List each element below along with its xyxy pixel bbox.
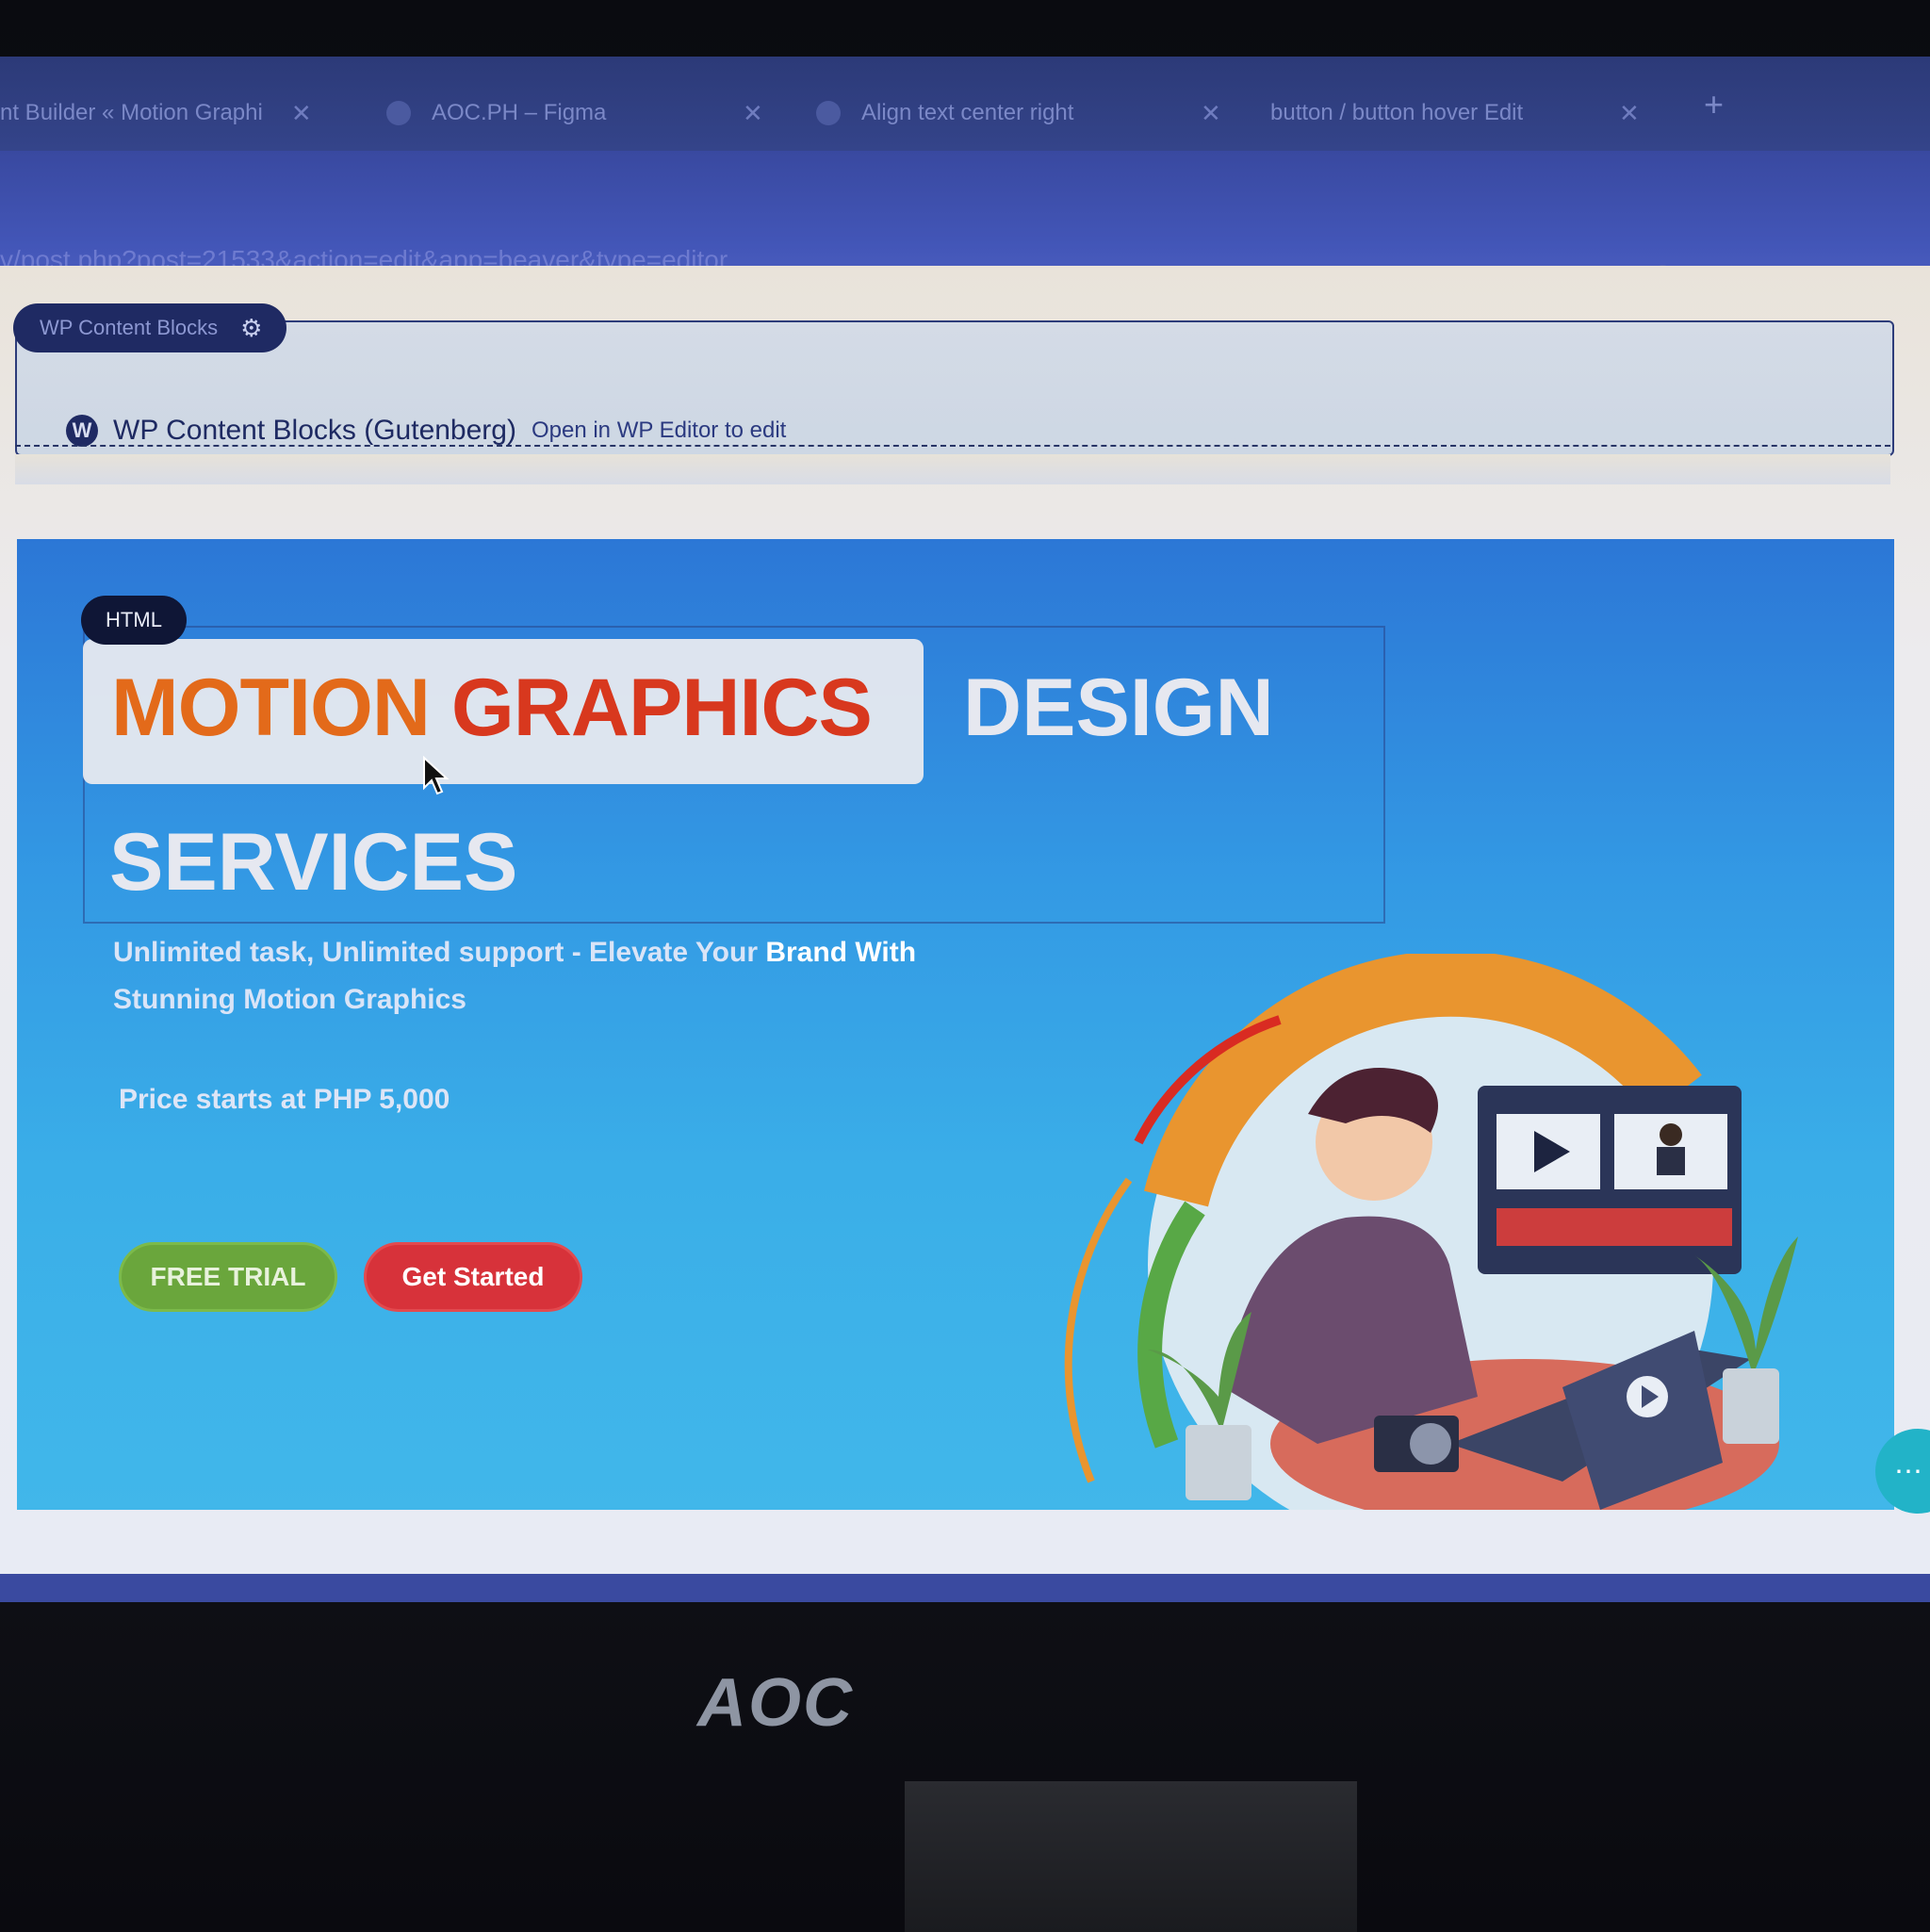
screen: nt Builder « Motion Graphi ✕ AOC.PH – Fi… (0, 57, 1930, 1602)
close-icon[interactable]: ✕ (1201, 99, 1221, 128)
wp-block-tag-label: WP Content Blocks (40, 316, 219, 339)
wp-content-block[interactable]: W WP Content Blocks (Gutenberg) Open in … (15, 320, 1894, 456)
close-icon[interactable]: ✕ (743, 99, 763, 128)
page-canvas: W WP Content Blocks (Gutenberg) Open in … (0, 266, 1930, 1576)
tab-label: Align text center right (861, 100, 1074, 125)
close-icon[interactable]: ✕ (291, 99, 312, 128)
headline-word-graphics: GRAPHICS (450, 663, 873, 753)
hero-subtext: Unlimited task, Unlimited support - Elev… (113, 929, 1046, 1023)
tab-label: AOC.PH – Figma (432, 100, 607, 125)
monitor: nt Builder « Motion Graphi ✕ AOC.PH – Fi… (0, 0, 1930, 1932)
tab-label: button / button hover Edit (1270, 100, 1524, 125)
price-text: Price starts at PHP 5,000 (119, 1084, 450, 1115)
tab-builder[interactable]: nt Builder « Motion Graphi ✕ (0, 85, 349, 141)
headline-services: SERVICES (109, 817, 518, 908)
tab-button[interactable]: button / button hover Edit ✕ (1270, 85, 1666, 141)
close-icon[interactable]: ✕ (1619, 99, 1640, 128)
gear-icon[interactable]: ⚙ (240, 314, 262, 343)
get-started-button[interactable]: Get Started (364, 1242, 582, 1312)
headline-word-motion: MOTION (111, 663, 431, 753)
subtext-highlight: Brand With (765, 937, 917, 968)
cursor-icon (423, 756, 450, 795)
wordpress-icon: W (66, 415, 98, 447)
wp-block-tag[interactable]: WP Content Blocks ⚙ (13, 303, 286, 352)
free-trial-button[interactable]: FREE TRIAL (119, 1242, 337, 1312)
divider (15, 445, 1890, 447)
block-separator (15, 454, 1890, 484)
tab-label: nt Builder « Motion Graphi (0, 100, 263, 125)
wp-block-title: WP Content Blocks (Gutenberg) (113, 415, 516, 446)
monitor-brand-logo: AOC (697, 1665, 854, 1741)
wp-block-title-row: W WP Content Blocks (Gutenberg) Open in … (66, 415, 786, 447)
tab-bar: nt Builder « Motion Graphi ✕ AOC.PH – Fi… (0, 57, 1930, 151)
hero-section: MOTION GRAPHICS DESIGN SERVICES HTML Unl… (17, 539, 1894, 1510)
new-tab-button[interactable]: + (1704, 85, 1724, 124)
subtext-part-c: Stunning Motion Graphics (113, 984, 466, 1015)
chrome-icon (816, 101, 841, 125)
taskbar-edge (0, 1574, 1930, 1602)
designer-illustration (1064, 954, 1798, 1510)
open-editor-link[interactable]: Open in WP Editor to edit (532, 418, 786, 444)
headline-motion-graphics: MOTION GRAPHICS (111, 662, 873, 755)
headline-word-design: DESIGN (963, 663, 1274, 753)
subtext-part-a: Unlimited task, Unlimited support - Elev… (113, 937, 766, 968)
tab-align[interactable]: Align text center right ✕ (816, 85, 1221, 141)
tab-figma[interactable]: AOC.PH – Figma ✕ (386, 85, 782, 141)
monitor-stand (905, 1781, 1357, 1932)
html-module-tag[interactable]: HTML (81, 596, 187, 645)
figma-icon (386, 101, 411, 125)
